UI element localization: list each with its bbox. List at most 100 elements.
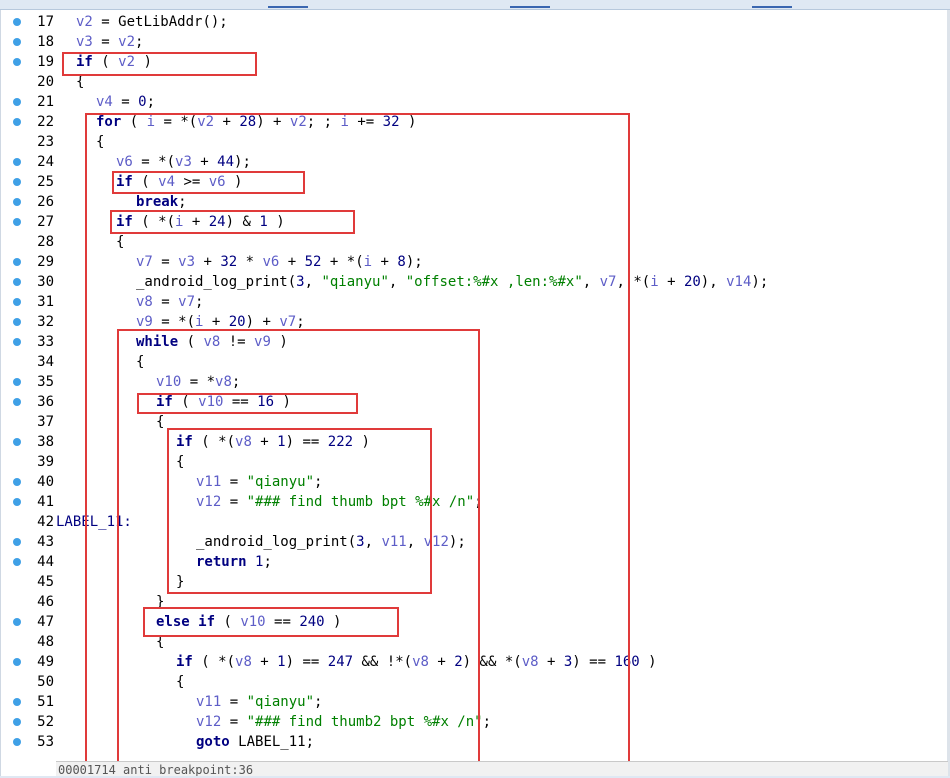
breakpoint-marker-icon[interactable] bbox=[13, 538, 21, 546]
breakpoint-marker-icon[interactable] bbox=[13, 658, 21, 666]
code-line[interactable]: 32 v9 = *(i + 20) + v7; bbox=[0, 312, 940, 332]
code-line[interactable]: 29 v7 = v3 + 32 * v6 + 52 + *(i + 8); bbox=[0, 252, 940, 272]
code-line[interactable]: 22 for ( i = *(v2 + 28) + v2; ; i += 32 ) bbox=[0, 112, 940, 132]
code-line[interactable]: 21 v4 = 0; bbox=[0, 92, 940, 112]
breakpoint-marker-icon[interactable] bbox=[13, 378, 21, 386]
code-line[interactable]: 47 else if ( v10 == 240 ) bbox=[0, 612, 940, 632]
code-token: "### find thumb2 bpt %#x /n" bbox=[246, 714, 483, 730]
code-line[interactable]: 20 { bbox=[0, 72, 940, 92]
code-token: ( *( bbox=[192, 654, 236, 670]
code-token: = bbox=[221, 694, 247, 710]
code-token: = *( bbox=[132, 154, 176, 170]
code-token: { bbox=[76, 74, 85, 90]
code-line[interactable]: 28 { bbox=[0, 232, 940, 252]
code-line[interactable]: 42 LABEL_11: bbox=[0, 512, 940, 532]
line-number: 41 bbox=[37, 494, 54, 510]
code-token: = bbox=[112, 94, 139, 110]
code-token: 1 bbox=[259, 214, 268, 230]
breakpoint-marker-icon[interactable] bbox=[13, 398, 21, 406]
code-line[interactable]: 36 if ( v10 == 16 ) bbox=[0, 392, 940, 412]
breakpoint-marker-icon[interactable] bbox=[13, 118, 21, 126]
code-token: 3 bbox=[356, 534, 365, 550]
code-line[interactable]: 18 v3 = v2; bbox=[0, 32, 940, 52]
code-token: } bbox=[156, 594, 165, 610]
code-line[interactable]: 49 if ( *(v8 + 1) == 247 && !*(v8 + 2) &&… bbox=[0, 652, 940, 672]
code-token: ) bbox=[135, 54, 152, 70]
code-token: v6 bbox=[208, 174, 226, 190]
code-token: ( bbox=[178, 334, 204, 350]
code-line[interactable]: 46} bbox=[0, 592, 940, 612]
line-number: 25 bbox=[37, 174, 54, 190]
breakpoint-marker-icon[interactable] bbox=[13, 318, 21, 326]
code-token: v12 bbox=[423, 534, 449, 550]
code-line[interactable]: 44 return 1; bbox=[0, 552, 940, 572]
breakpoint-marker-icon[interactable] bbox=[13, 178, 21, 186]
code-line[interactable]: 41 v12 = "### find thumb bpt %#x /n"; bbox=[0, 492, 940, 512]
breakpoint-marker-icon[interactable] bbox=[13, 298, 21, 306]
code-token: ) bbox=[639, 654, 657, 670]
breakpoint-marker-icon[interactable] bbox=[13, 218, 21, 226]
breakpoint-marker-icon[interactable] bbox=[13, 98, 21, 106]
breakpoint-marker-icon[interactable] bbox=[13, 558, 21, 566]
line-number: 30 bbox=[37, 274, 54, 290]
breakpoint-marker-icon[interactable] bbox=[13, 38, 21, 46]
code-line[interactable]: 40 v11 = "qianyu"; bbox=[0, 472, 940, 492]
code-text: { bbox=[176, 672, 184, 692]
code-line[interactable]: 45} bbox=[0, 572, 940, 592]
code-token: += bbox=[348, 114, 383, 130]
code-token: 160 bbox=[614, 654, 640, 670]
line-number: 17 bbox=[37, 14, 54, 30]
code-line[interactable]: 33 while ( v8 != v9 ) bbox=[0, 332, 940, 352]
code-line[interactable]: 37 { bbox=[0, 412, 940, 432]
breakpoint-marker-icon[interactable] bbox=[13, 158, 21, 166]
code-token: v8 bbox=[521, 654, 539, 670]
code-line[interactable]: 39 { bbox=[0, 452, 940, 472]
line-number: 31 bbox=[37, 294, 54, 310]
breakpoint-marker-icon[interactable] bbox=[13, 258, 21, 266]
code-text: v3 = v2; bbox=[76, 32, 143, 52]
code-token: "qianyu" bbox=[246, 694, 315, 710]
code-line[interactable]: 34 { bbox=[0, 352, 940, 372]
code-token: ) bbox=[270, 334, 288, 350]
code-token: + bbox=[538, 654, 564, 670]
code-token: , bbox=[582, 274, 600, 290]
breakpoint-marker-icon[interactable] bbox=[13, 58, 21, 66]
breakpoint-marker-icon[interactable] bbox=[13, 338, 21, 346]
code-text: if ( v10 == 16 ) bbox=[156, 392, 291, 412]
breakpoint-marker-icon[interactable] bbox=[13, 18, 21, 26]
code-line[interactable]: 51 v11 = "qianyu"; bbox=[0, 692, 940, 712]
code-line[interactable]: 30 _android_log_print(3, "qianyu", "offse… bbox=[0, 272, 940, 292]
breakpoint-marker-icon[interactable] bbox=[13, 718, 21, 726]
code-line[interactable]: 25 if ( v4 >= v6 ) bbox=[0, 172, 940, 192]
code-token: + bbox=[251, 654, 278, 670]
code-token: v14 bbox=[726, 274, 752, 290]
code-line[interactable]: 31 v8 = v7; bbox=[0, 292, 940, 312]
code-line[interactable]: 26 break; bbox=[0, 192, 940, 212]
code-line[interactable]: 19 if ( v2 ) bbox=[0, 52, 940, 72]
code-line[interactable]: 43 _android_log_print(3, v11, v12); bbox=[0, 532, 940, 552]
code-line[interactable]: 17 v2 = GetLibAddr(); bbox=[0, 12, 940, 32]
breakpoint-marker-icon[interactable] bbox=[13, 278, 21, 286]
breakpoint-marker-icon[interactable] bbox=[13, 198, 21, 206]
code-token: = bbox=[92, 14, 119, 30]
code-line[interactable]: 24 v6 = *(v3 + 44); bbox=[0, 152, 940, 172]
code-line[interactable]: 48 { bbox=[0, 632, 940, 652]
code-line[interactable]: 35 v10 = *v8; bbox=[0, 372, 940, 392]
breakpoint-marker-icon[interactable] bbox=[13, 478, 21, 486]
code-line[interactable]: 52 v12 = "### find thumb2 bpt %#x /n"; bbox=[0, 712, 940, 732]
code-line[interactable]: 27 if ( *(i + 24) & 1 ) bbox=[0, 212, 940, 232]
code-text: _android_log_print(3, v11, v12); bbox=[196, 532, 466, 552]
code-line[interactable]: 23 { bbox=[0, 132, 940, 152]
breakpoint-marker-icon[interactable] bbox=[13, 738, 21, 746]
breakpoint-marker-icon[interactable] bbox=[13, 438, 21, 446]
code-line[interactable]: 38 if ( *(v8 + 1) == 222 ) bbox=[0, 432, 940, 452]
line-number: 43 bbox=[37, 534, 54, 550]
code-token: return bbox=[196, 554, 247, 570]
code-token: ) == bbox=[285, 654, 328, 670]
breakpoint-marker-icon[interactable] bbox=[13, 698, 21, 706]
line-number: 32 bbox=[37, 314, 54, 330]
breakpoint-marker-icon[interactable] bbox=[13, 618, 21, 626]
code-line[interactable]: 53 goto LABEL_11; bbox=[0, 732, 940, 752]
code-line[interactable]: 50 { bbox=[0, 672, 940, 692]
breakpoint-marker-icon[interactable] bbox=[13, 498, 21, 506]
